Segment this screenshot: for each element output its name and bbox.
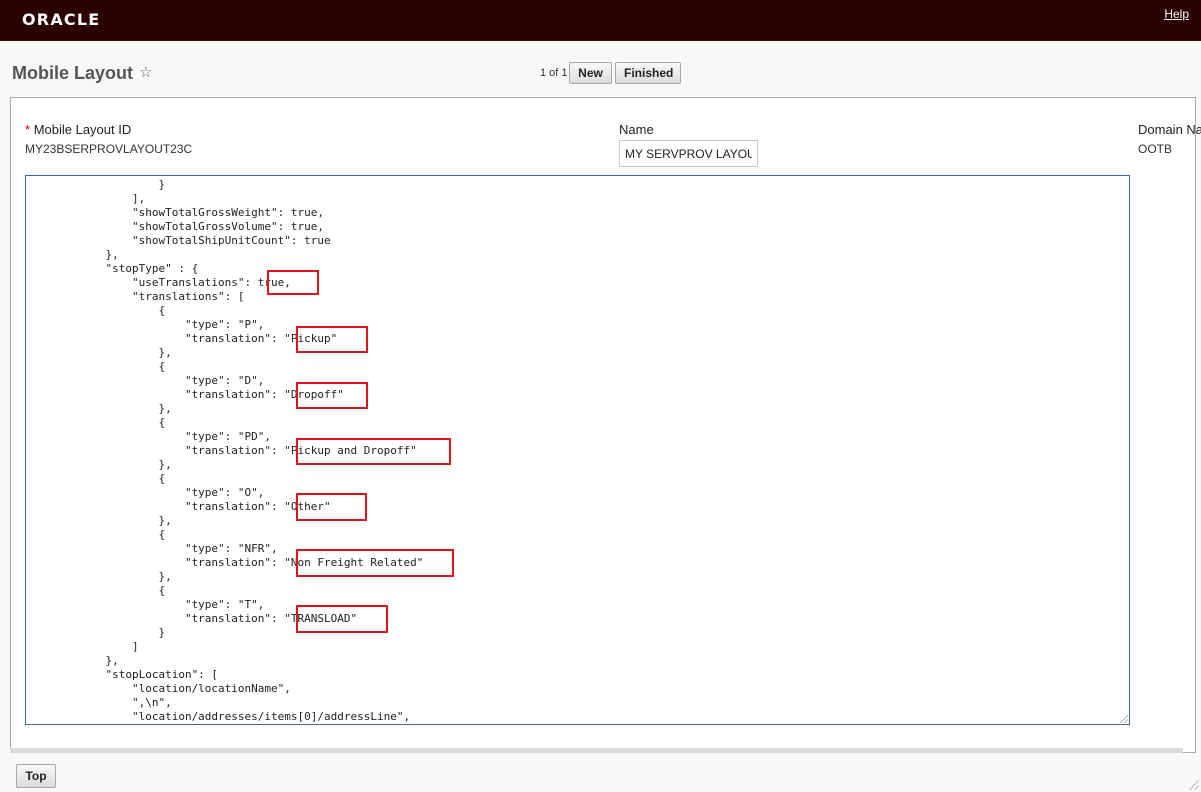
code-line: "useTranslations": true, xyxy=(26,276,291,289)
code-line: ",\n", xyxy=(26,696,172,709)
code-line: }, xyxy=(26,654,119,667)
code-line: "showTotalGrossVolume": true, xyxy=(26,220,325,233)
code-line: }, xyxy=(26,514,172,527)
code-line: "translation": "Pickup" xyxy=(26,332,338,345)
code-line: } xyxy=(26,626,166,639)
top-button[interactable]: Top xyxy=(16,764,56,788)
code-line: }, xyxy=(26,346,172,359)
favorite-star-icon[interactable]: ☆ xyxy=(139,63,152,81)
code-line: } xyxy=(26,178,166,191)
page-resize-handle-icon xyxy=(1189,780,1199,790)
code-line: "type": "O", xyxy=(26,486,265,499)
code-line: { xyxy=(26,472,166,485)
required-marker: * xyxy=(25,122,31,137)
code-line: "type": "P", xyxy=(26,318,265,331)
code-line: "translations": [ xyxy=(26,290,245,303)
code-line: { xyxy=(26,416,166,429)
name-label: Name xyxy=(619,122,654,137)
help-link[interactable]: Help xyxy=(1164,7,1189,21)
record-pager: 1 of 1 xyxy=(540,67,568,79)
domain-name-value: OOTB xyxy=(1138,142,1173,156)
code-line: }, xyxy=(26,458,172,471)
code-line: }, xyxy=(26,402,172,415)
code-line: "type": "D", xyxy=(26,374,265,387)
code-line: "translation": "Dropoff" xyxy=(26,388,344,401)
code-line: "translation": "TRANSLOAD" xyxy=(26,612,358,625)
code-line: "location/locationName", xyxy=(26,682,291,695)
code-line: "translation": "Non Freight Related" xyxy=(26,556,424,569)
code-line: { xyxy=(26,304,166,317)
mobile-layout-id-label-text: Mobile Layout ID xyxy=(33,122,132,137)
oracle-logo: ORACLE xyxy=(22,10,101,29)
page-title: Mobile Layout xyxy=(12,63,133,83)
code-line: "showTotalShipUnitCount": true xyxy=(26,234,331,247)
mobile-layout-id-label: * Mobile Layout ID xyxy=(25,122,131,137)
horizontal-scrollbar[interactable] xyxy=(10,748,1183,753)
code-line: { xyxy=(26,584,166,597)
header-bar: ORACLE Help xyxy=(0,0,1201,41)
finished-button[interactable]: Finished xyxy=(615,62,681,84)
code-line: "location/addresses/items[0]/addressLine… xyxy=(26,710,411,723)
editor-resize-handle-icon[interactable] xyxy=(1120,715,1128,723)
domain-name-label: Domain Name xyxy=(1138,122,1201,137)
code-line: }, xyxy=(26,248,119,261)
code-line: "translation": "Pickup and Dropoff" xyxy=(26,444,417,457)
layout-json-editor[interactable]: "location/addresses/items[0]/addressLine… xyxy=(25,175,1130,725)
code-line: "stopType" : { xyxy=(26,262,199,275)
code-line: "showTotalGrossWeight": true, xyxy=(26,206,325,219)
code-line: { xyxy=(26,360,166,373)
code-line: }, xyxy=(26,570,172,583)
code-line: "type": "T", xyxy=(26,598,265,611)
code-line: ], xyxy=(26,192,146,205)
code-line: "type": "NFR", xyxy=(26,542,278,555)
new-button[interactable]: New xyxy=(569,62,612,84)
name-input[interactable] xyxy=(619,140,758,167)
code-line: "stopLocation": [ xyxy=(26,668,219,681)
mobile-layout-id-value: MY23BSERPROVLAYOUT23C xyxy=(25,142,193,156)
code-line: "translation": "Other" xyxy=(26,500,331,513)
code-line: "type": "PD", xyxy=(26,430,272,443)
code-line: ] xyxy=(26,640,139,653)
code-line: { xyxy=(26,528,166,541)
